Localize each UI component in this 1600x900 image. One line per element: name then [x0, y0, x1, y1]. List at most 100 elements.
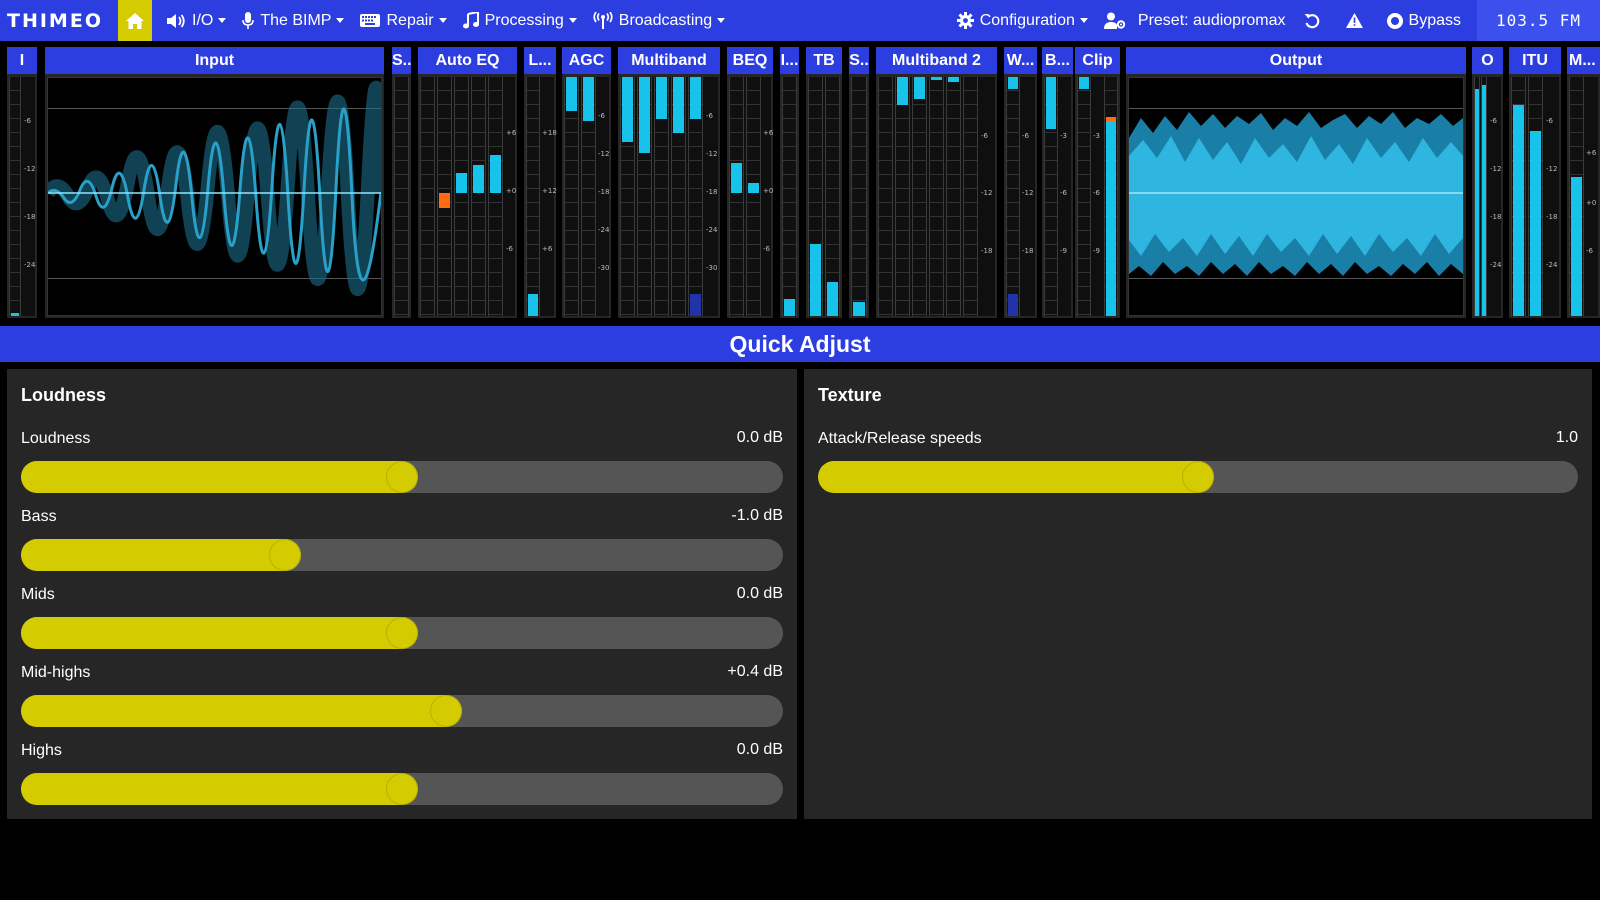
- meter-panel-s2[interactable]: S..: [849, 47, 869, 318]
- nav-repair[interactable]: Repair: [352, 0, 454, 41]
- attack-release-slider[interactable]: [818, 461, 1578, 493]
- meter-panel-autoeq[interactable]: Auto EQ +6 +0 -6: [418, 47, 517, 318]
- nav-broadcasting-label: Broadcasting: [618, 11, 713, 29]
- loudness-slider[interactable]: [21, 461, 783, 493]
- highs-slider[interactable]: [21, 773, 783, 805]
- mid-highs-slider[interactable]: [21, 695, 783, 727]
- bypass-label: Bypass: [1408, 11, 1461, 29]
- output-oscilloscope: [1128, 77, 1464, 316]
- meter-title: I...: [780, 47, 799, 74]
- speaker-icon: [167, 13, 185, 28]
- meter-title: M...: [1567, 47, 1600, 74]
- slider-thumb[interactable]: [269, 539, 302, 571]
- slider-thumb[interactable]: [386, 617, 418, 649]
- nav-configuration-label: Configuration: [979, 11, 1075, 29]
- home-button[interactable]: [118, 0, 152, 41]
- mids-slider[interactable]: [21, 617, 783, 649]
- preset-label: Preset: audiopromax: [1137, 11, 1286, 29]
- microphone-icon: [242, 12, 255, 29]
- slider-label: Highs: [21, 742, 62, 759]
- meter-panel-multiband[interactable]: Multiband -6 -12 -18 -24 -30: [618, 47, 720, 318]
- nav-io[interactable]: I/O: [158, 0, 234, 41]
- preset-button[interactable]: Preset: audiopromax: [1096, 0, 1294, 41]
- slider-thumb[interactable]: [1182, 461, 1214, 493]
- output-waveform: [1129, 112, 1463, 276]
- loudness-card: Loudness Loudness 0.0 dB Bass -1.0 dB Mi…: [7, 369, 797, 819]
- meter-panel-i2[interactable]: I...: [780, 47, 799, 318]
- meter-panel-s1[interactable]: S..: [392, 47, 411, 318]
- slider-value: 0.0 dB: [736, 741, 783, 758]
- tick-label: +6: [763, 129, 774, 137]
- meter-panel-l[interactable]: L... +18 +12 +6: [524, 47, 557, 318]
- meter-title: L...: [524, 47, 556, 74]
- meter-panel-w[interactable]: W... -6 -12 -18: [1004, 47, 1037, 318]
- tick-label: -24: [598, 226, 610, 234]
- meter-title: BEQ: [727, 47, 773, 74]
- meter-panel-multiband2[interactable]: Multiband 2 -6 -12 -18: [876, 47, 997, 318]
- meter-title: I: [7, 47, 37, 74]
- meter-panel-beq[interactable]: BEQ +6 +0 -6: [727, 47, 773, 318]
- meter-title: B...: [1042, 47, 1073, 74]
- meter-title: S..: [392, 47, 411, 74]
- tick-label: -12: [1546, 165, 1558, 173]
- card-title: Texture: [818, 385, 882, 405]
- station-frequency: 103.5 FM: [1477, 0, 1600, 41]
- meter-panel-m[interactable]: M... +6 +0 -6: [1567, 47, 1600, 318]
- tick-label: -12: [1490, 165, 1502, 173]
- nav-io-label: I/O: [192, 11, 214, 29]
- meter-panel-i[interactable]: I -6 -12 -18 -24: [7, 47, 37, 318]
- chevron-down-icon: [438, 18, 447, 23]
- slider-value: 0.0 dB: [736, 585, 783, 602]
- nav-broadcasting[interactable]: Broadcasting: [585, 0, 733, 41]
- undo-button[interactable]: [1294, 0, 1336, 41]
- slider-value: -1.0 dB: [731, 507, 783, 524]
- tick-label: -6: [1546, 117, 1553, 125]
- brand-logo: THIMEO: [7, 9, 103, 32]
- tick-label: -12: [24, 165, 36, 173]
- meter-panel-tb[interactable]: TB: [806, 47, 842, 318]
- nav-bimp[interactable]: The BIMP: [234, 0, 352, 41]
- bass-slider[interactable]: [21, 539, 783, 571]
- input-waveform: [48, 80, 381, 297]
- meter-panel-input[interactable]: Input: [45, 47, 384, 318]
- tick-label: +0: [763, 187, 774, 195]
- meter-title: Input: [45, 47, 384, 74]
- meter-panel-b[interactable]: B... -3 -6 -9: [1042, 47, 1073, 318]
- tick-label: -9: [1093, 247, 1100, 255]
- slider-label: Mids: [21, 586, 55, 603]
- meter-title: O: [1472, 47, 1503, 74]
- meter-title: TB: [806, 47, 842, 74]
- nav-processing[interactable]: Processing: [455, 0, 585, 41]
- slider-thumb[interactable]: [386, 773, 418, 805]
- warning-button[interactable]: [1336, 0, 1379, 41]
- meters-strip: I -6 -12 -18 -24 Input S.. Auto EQ +6 +0…: [0, 45, 1600, 319]
- warning-icon: [1345, 13, 1363, 28]
- bypass-button[interactable]: Bypass: [1379, 0, 1469, 41]
- tick-label: -6: [24, 117, 31, 125]
- meter-panel-o[interactable]: O -6 -12 -18 -24: [1472, 47, 1503, 318]
- tick-label: -18: [1022, 247, 1034, 255]
- input-oscilloscope: [47, 77, 382, 316]
- nav-configuration[interactable]: Configuration: [949, 0, 1096, 41]
- slider-label: Mid-highs: [21, 664, 91, 681]
- slider-thumb[interactable]: [429, 695, 462, 727]
- slider-thumb[interactable]: [386, 461, 418, 493]
- home-icon: [126, 12, 144, 29]
- meter-panel-output[interactable]: Output: [1126, 47, 1466, 318]
- tick-label: -12: [598, 150, 610, 158]
- tick-label: -24: [1546, 261, 1558, 269]
- meter-title: Multiband: [618, 47, 720, 74]
- meter-panel-clip[interactable]: Clip -3 -6 -9: [1075, 47, 1120, 318]
- tick-label: +0: [1586, 199, 1597, 207]
- tick-label: -3: [1093, 132, 1100, 140]
- meter-panel-itu[interactable]: ITU -6 -12 -18 -24: [1509, 47, 1561, 318]
- slider-value: 0.0 dB: [736, 429, 783, 446]
- meter-panel-agc[interactable]: AGC -6 -12 -18 -24 -30: [562, 47, 611, 318]
- tick-label: -18: [981, 247, 993, 255]
- slider-label: Loudness: [21, 430, 91, 447]
- nav-processing-label: Processing: [484, 11, 564, 29]
- tick-label: +6: [1586, 149, 1597, 157]
- tick-label: -30: [706, 264, 718, 272]
- nav-bimp-label: The BIMP: [260, 11, 332, 29]
- chevron-down-icon: [717, 18, 726, 23]
